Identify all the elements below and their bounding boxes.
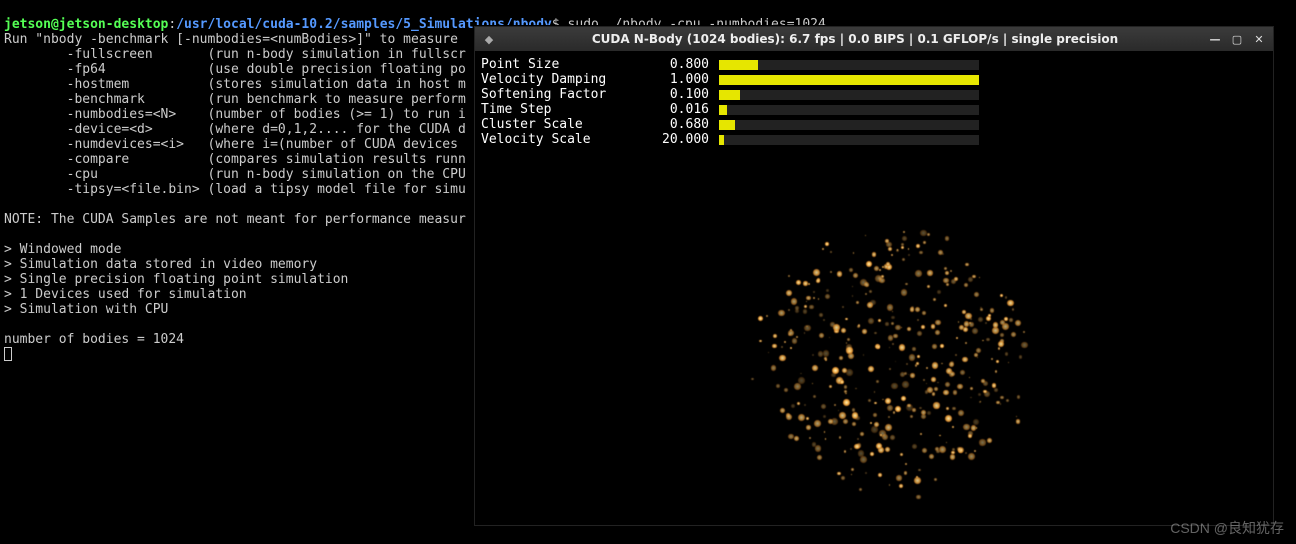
param-row: Point Size0.800 — [481, 57, 979, 72]
nbody-cluster — [755, 231, 1035, 491]
prompt-host: jetson-desktop — [59, 17, 169, 32]
param-row: Velocity Scale20.000 — [481, 132, 979, 147]
param-value: 20.000 — [651, 132, 709, 147]
param-value: 0.100 — [651, 87, 709, 102]
param-slider[interactable] — [719, 75, 979, 85]
param-slider[interactable] — [719, 90, 979, 100]
param-value: 0.680 — [651, 117, 709, 132]
param-slider-fill — [719, 105, 727, 115]
help-header: Run "nbody -benchmark [-numbodies=<numBo… — [4, 32, 466, 47]
param-value: 0.016 — [651, 102, 709, 117]
terminal-cursor — [4, 347, 12, 361]
simulation-viewport[interactable]: Point Size0.800Velocity Damping1.000Soft… — [475, 51, 1273, 525]
param-row: Velocity Damping1.000 — [481, 72, 979, 87]
window-titlebar[interactable]: ◆ CUDA N-Body (1024 bodies): 6.7 fps | 0… — [475, 27, 1273, 51]
param-label: Point Size — [481, 57, 651, 72]
param-label: Velocity Scale — [481, 132, 651, 147]
minimize-button[interactable]: — — [1207, 32, 1223, 46]
param-label: Softening Factor — [481, 87, 651, 102]
window-title: CUDA N-Body (1024 bodies): 6.7 fps | 0.0… — [503, 32, 1207, 46]
param-label: Velocity Damping — [481, 72, 651, 87]
watermark-text: CSDN @良知犹存 — [1170, 518, 1284, 538]
parameter-panel: Point Size0.800Velocity Damping1.000Soft… — [481, 57, 979, 147]
param-label: Time Step — [481, 102, 651, 117]
param-slider[interactable] — [719, 105, 979, 115]
param-row: Softening Factor0.100 — [481, 87, 979, 102]
param-slider[interactable] — [719, 60, 979, 70]
status-block: > Windowed mode > Simulation data stored… — [4, 242, 348, 317]
note-line: NOTE: The CUDA Samples are not meant for… — [4, 212, 466, 227]
param-slider[interactable] — [719, 120, 979, 130]
simulation-window[interactable]: ◆ CUDA N-Body (1024 bodies): 6.7 fps | 0… — [474, 26, 1274, 526]
app-icon: ◆ — [481, 31, 497, 47]
param-value: 1.000 — [651, 72, 709, 87]
param-slider-fill — [719, 120, 735, 130]
param-label: Cluster Scale — [481, 117, 651, 132]
param-value: 0.800 — [651, 57, 709, 72]
param-slider-fill — [719, 75, 979, 85]
options-block: -fullscreen (run n-body simulation in fu… — [4, 47, 466, 197]
param-row: Time Step0.016 — [481, 102, 979, 117]
param-slider-fill — [719, 90, 740, 100]
bodies-line: number of bodies = 1024 — [4, 332, 184, 347]
close-button[interactable]: ✕ — [1251, 32, 1267, 46]
param-slider-fill — [719, 135, 724, 145]
prompt-user: jetson — [4, 17, 51, 32]
maximize-button[interactable]: ▢ — [1229, 32, 1245, 46]
param-row: Cluster Scale0.680 — [481, 117, 979, 132]
param-slider[interactable] — [719, 135, 979, 145]
param-slider-fill — [719, 60, 758, 70]
